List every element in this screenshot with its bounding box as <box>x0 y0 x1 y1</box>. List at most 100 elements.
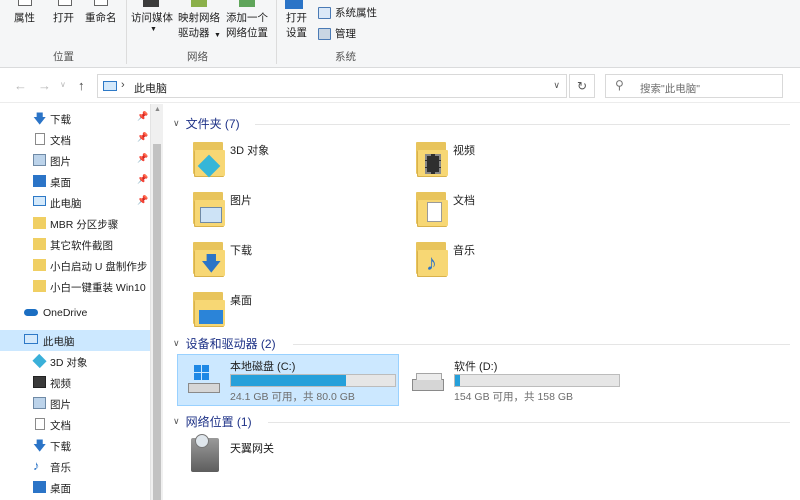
pin-icon[interactable]: 📌 <box>137 132 148 143</box>
videos-folder-icon <box>410 138 452 180</box>
refresh-button[interactable]: ↻ <box>569 74 595 98</box>
sidebar-item-folder[interactable]: 其它软件截图 <box>0 234 150 255</box>
add-network-location-label-1: 添加一个 <box>226 12 268 24</box>
chevron-down-icon[interactable]: ∨ <box>173 416 180 427</box>
breadcrumb-chevron-icon[interactable]: › <box>121 79 125 91</box>
sidebar-item-label: 文档 <box>50 420 71 432</box>
pictures-icon <box>33 397 46 409</box>
sidebar-item-label: 小白启动 U 盘制作步 <box>50 261 148 273</box>
sidebar-item-documents[interactable]: 文档 <box>0 414 150 435</box>
sidebar-item-label: OneDrive <box>43 307 88 319</box>
scroll-up-icon[interactable]: ▲ <box>154 106 161 113</box>
cloud-icon <box>24 309 38 316</box>
drives-section-header[interactable]: ∨ 设备和驱动器 (2) <box>173 335 276 352</box>
sidebar-item-label: 文档 <box>50 135 71 147</box>
add-network-location-label-2: 网络位置 <box>226 27 268 39</box>
sidebar-item-label: 下载 <box>50 114 71 126</box>
sidebar-item-folder[interactable]: 小白一键重装 Win10 <box>0 276 150 297</box>
drive-tile-c[interactable]: 本地磁盘 (C:) 24.1 GB 可用，共 80.0 GB <box>177 354 399 406</box>
system-properties-button[interactable]: 系统属性 <box>318 5 377 20</box>
recent-locations-chevron-icon[interactable]: ∨ <box>60 80 66 89</box>
folder-icon <box>33 238 46 250</box>
sidebar-item-desktop-pinned[interactable]: 桌面 📌 <box>0 171 150 192</box>
drive-name: 软件 (D:) <box>454 361 498 373</box>
sidebar-item-music[interactable]: ♪ 音乐 <box>0 456 150 477</box>
rename-label: 重命名 <box>85 12 117 24</box>
drive-tile-d[interactable]: 软件 (D:) 154 GB 可用，共 158 GB <box>402 355 624 405</box>
sidebar-item-label: 桌面 <box>50 177 71 189</box>
pin-icon[interactable]: 📌 <box>137 111 148 122</box>
pin-icon[interactable]: 📌 <box>137 174 148 185</box>
sidebar-item-label: 小白一键重装 Win10 <box>50 282 146 294</box>
refresh-icon: ↻ <box>576 79 588 93</box>
folder-tile-music[interactable]: ♪ 音乐 <box>410 238 610 284</box>
forward-arrow-icon[interactable]: → <box>38 78 51 93</box>
up-arrow-icon[interactable]: ↑ <box>78 78 85 93</box>
sidebar-item-label: 其它软件截图 <box>50 240 113 252</box>
sidebar-item-label: MBR 分区步骤 <box>50 219 119 231</box>
address-dropdown-icon[interactable]: ∨ <box>553 80 560 91</box>
checkmark-icon <box>318 6 331 19</box>
open-label: 打开 <box>53 12 74 24</box>
pictures-icon <box>33 154 46 166</box>
properties-label: 属性 <box>14 12 35 24</box>
sidebar-item-videos[interactable]: 视频 <box>0 372 150 393</box>
settings-icon <box>285 0 303 9</box>
computer-icon <box>24 334 38 344</box>
ribbon-group-location: 位置 <box>53 51 74 63</box>
pictures-folder-icon <box>187 188 229 230</box>
folder-tile-3d-objects[interactable]: 3D 对象 <box>187 138 387 184</box>
scrollbar-thumb[interactable] <box>153 144 161 500</box>
sidebar-item-documents-pinned[interactable]: 文档 📌 <box>0 129 150 150</box>
sidebar-item-downloads[interactable]: 🡇 下载 <box>0 435 150 456</box>
open-icon <box>58 0 72 6</box>
navigation-pane: 🡇 下载 📌 文档 📌 图片 📌 桌面 📌 此电脑 📌 MBR 分区步骤 其它软… <box>0 104 163 500</box>
drive-free-space: 24.1 GB 可用，共 80.0 GB <box>230 391 355 403</box>
folders-section-header[interactable]: ∨ 文件夹 (7) <box>173 115 240 132</box>
network-section-header[interactable]: ∨ 网络位置 (1) <box>173 413 252 430</box>
sidebar-item-folder[interactable]: 小白启动 U 盘制作步 <box>0 255 150 276</box>
address-field[interactable]: › 此电脑 ∨ <box>97 74 567 98</box>
map-network-drive-label-1: 映射网络 <box>178 12 220 24</box>
sidebar-item-pictures[interactable]: 图片 <box>0 393 150 414</box>
ribbon-separator <box>276 0 277 64</box>
sidebar-item-label: 此电脑 <box>50 198 82 210</box>
address-bar: ← → ∨ ↑ › 此电脑 ∨ ↻ ⚲ 搜索"此电脑" <box>0 69 800 103</box>
drive-usage-bar <box>454 374 620 387</box>
map-network-drive-label-2: 驱动器 <box>178 27 210 39</box>
chevron-down-icon[interactable]: ∨ <box>173 118 180 129</box>
folder-tile-downloads[interactable]: 🡇 下载 <box>187 238 387 284</box>
folder-tile-desktop[interactable]: 桌面 <box>187 288 387 334</box>
desktop-icon <box>33 481 46 493</box>
network-section-title: 网络位置 (1) <box>185 415 252 429</box>
pin-icon[interactable]: 📌 <box>137 195 148 206</box>
section-divider <box>255 124 790 125</box>
pin-icon[interactable]: 📌 <box>137 153 148 164</box>
sidebar-item-downloads-pinned[interactable]: 🡇 下载 📌 <box>0 108 150 129</box>
sidebar-scrollbar[interactable]: ▲ <box>150 104 163 500</box>
sidebar-item-desktop[interactable]: 桌面 <box>0 477 150 498</box>
ribbon: 属性 打开 重命名 访问媒体 ▼ 映射网络 驱动器 ▼ 添加一个 网络位置 打开… <box>0 0 800 68</box>
sidebar-item-this-pc[interactable]: 此电脑 <box>0 330 150 351</box>
network-item-gateway[interactable]: 天翼网关 <box>187 432 387 478</box>
folder-tile-documents[interactable]: 文档 <box>410 188 610 234</box>
manage-button[interactable]: 管理 <box>318 26 356 41</box>
folder-tile-pictures[interactable]: 图片 <box>187 188 387 234</box>
downloads-folder-icon: 🡇 <box>187 238 229 280</box>
media-icon <box>143 0 159 7</box>
sidebar-item-folder[interactable]: MBR 分区步骤 <box>0 213 150 234</box>
drives-section-title: 设备和驱动器 (2) <box>185 337 276 351</box>
folder-label: 视频 <box>453 145 475 157</box>
breadcrumb-this-pc[interactable]: 此电脑 <box>134 80 167 96</box>
chevron-down-icon[interactable]: ∨ <box>173 338 180 349</box>
sidebar-item-pictures-pinned[interactable]: 图片 📌 <box>0 150 150 171</box>
section-divider <box>268 422 790 423</box>
folder-tile-videos[interactable]: 视频 <box>410 138 610 184</box>
sidebar-item-3d-objects[interactable]: 3D 对象 <box>0 351 150 372</box>
properties-icon <box>18 0 32 6</box>
back-arrow-icon[interactable]: ← <box>14 78 27 93</box>
search-input[interactable]: ⚲ 搜索"此电脑" <box>605 74 783 98</box>
sidebar-item-onedrive[interactable]: OneDrive <box>0 303 150 324</box>
hard-drive-icon <box>410 363 446 393</box>
sidebar-item-this-pc-pinned[interactable]: 此电脑 📌 <box>0 192 150 213</box>
